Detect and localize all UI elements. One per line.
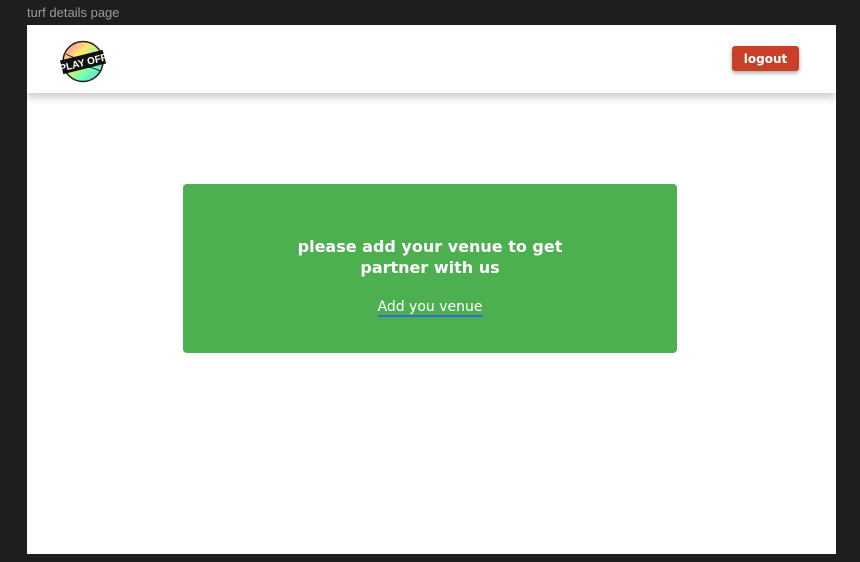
navbar: PLAY OFF logout [27,25,836,93]
card-title: please add your venue to get partner wit… [183,236,677,278]
card-title-line-1: please add your venue to get [297,237,563,256]
play-off-logo[interactable]: PLAY OFF [59,40,108,83]
frame-label: turf details page [27,5,120,20]
card-title-line-2: partner with us [360,258,500,277]
add-venue-card: please add your venue to get partner wit… [183,184,677,353]
add-venue-link[interactable]: Add you venue [377,299,483,317]
logo-icon: PLAY OFF [59,40,108,83]
page-frame: PLAY OFF logout please add your venue to… [27,25,836,554]
add-venue-link-wrapper: Add you venue [183,296,677,317]
logout-button[interactable]: logout [732,46,799,71]
